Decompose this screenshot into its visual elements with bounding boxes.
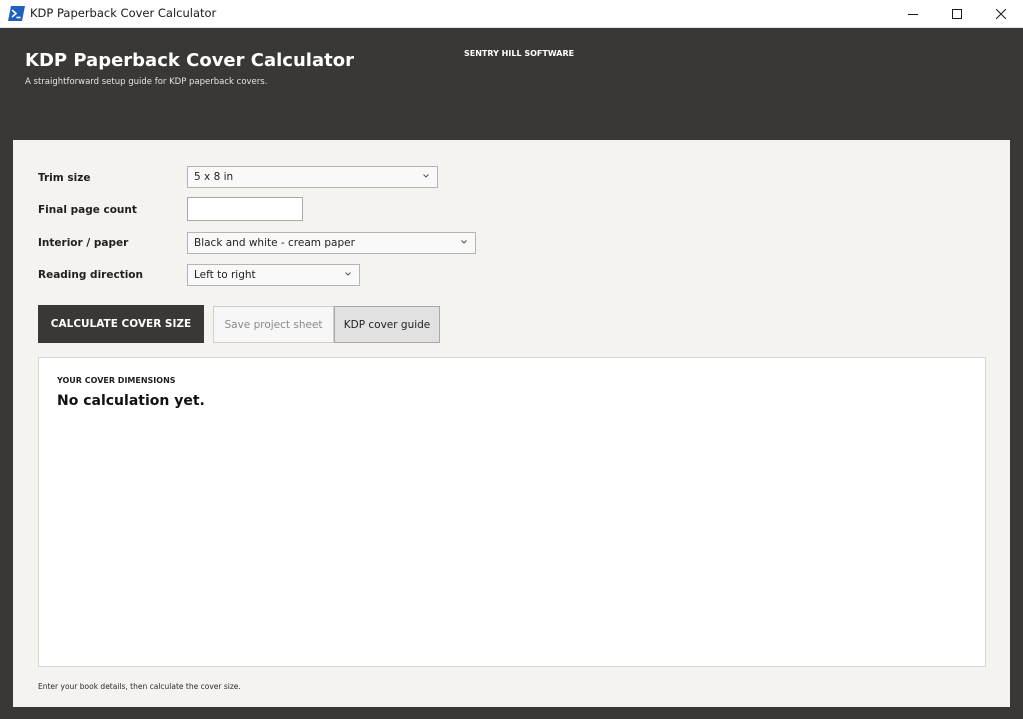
title-bar: KDP Paperback Cover Calculator [0,0,1023,28]
save-project-sheet-button: Save project sheet [213,306,334,343]
page-count-input[interactable] [187,197,303,221]
results-heading: YOUR COVER DIMENSIONS [57,376,176,385]
app-header: KDP Paperback Cover Calculator A straigh… [0,28,1023,140]
minimize-button[interactable] [891,0,935,28]
page-title: KDP Paperback Cover Calculator [25,50,354,71]
window-title: KDP Paperback Cover Calculator [30,6,217,20]
reading-direction-value: Left to right [194,269,256,281]
results-value: No calculation yet. [57,393,205,409]
calculate-cover-size-button[interactable]: CALCULATE COVER SIZE [38,305,204,343]
interior-select[interactable]: Black and white - cream paper [187,232,476,254]
powershell-icon [8,6,25,21]
chevron-down-icon [423,174,429,178]
trim-size-label: Trim size [38,172,91,184]
chevron-down-icon [345,272,351,276]
close-button[interactable] [979,0,1023,28]
kdp-cover-guide-button[interactable]: KDP cover guide [334,306,440,343]
reading-direction-select[interactable]: Left to right [187,264,360,286]
status-text: Enter your book details, then calculate … [38,682,241,691]
results-panel: YOUR COVER DIMENSIONS No calculation yet… [38,357,986,667]
close-icon [996,9,1006,19]
interior-value: Black and white - cream paper [194,237,355,249]
reading-direction-label: Reading direction [38,269,143,281]
minimize-icon [908,14,918,15]
vendor-label: SENTRY HILL SOFTWARE [464,49,575,58]
page-subtitle: A straightforward setup guide for KDP pa… [25,77,268,87]
page-count-label: Final page count [38,204,137,216]
interior-label: Interior / paper [38,237,129,249]
trim-size-select[interactable]: 5 x 8 in [187,166,438,188]
chevron-down-icon [461,240,467,244]
maximize-button[interactable] [935,0,979,28]
maximize-icon [952,9,962,19]
trim-size-value: 5 x 8 in [194,171,234,183]
main-panel: Trim size 5 x 8 in Final page count Inte… [13,140,1010,707]
